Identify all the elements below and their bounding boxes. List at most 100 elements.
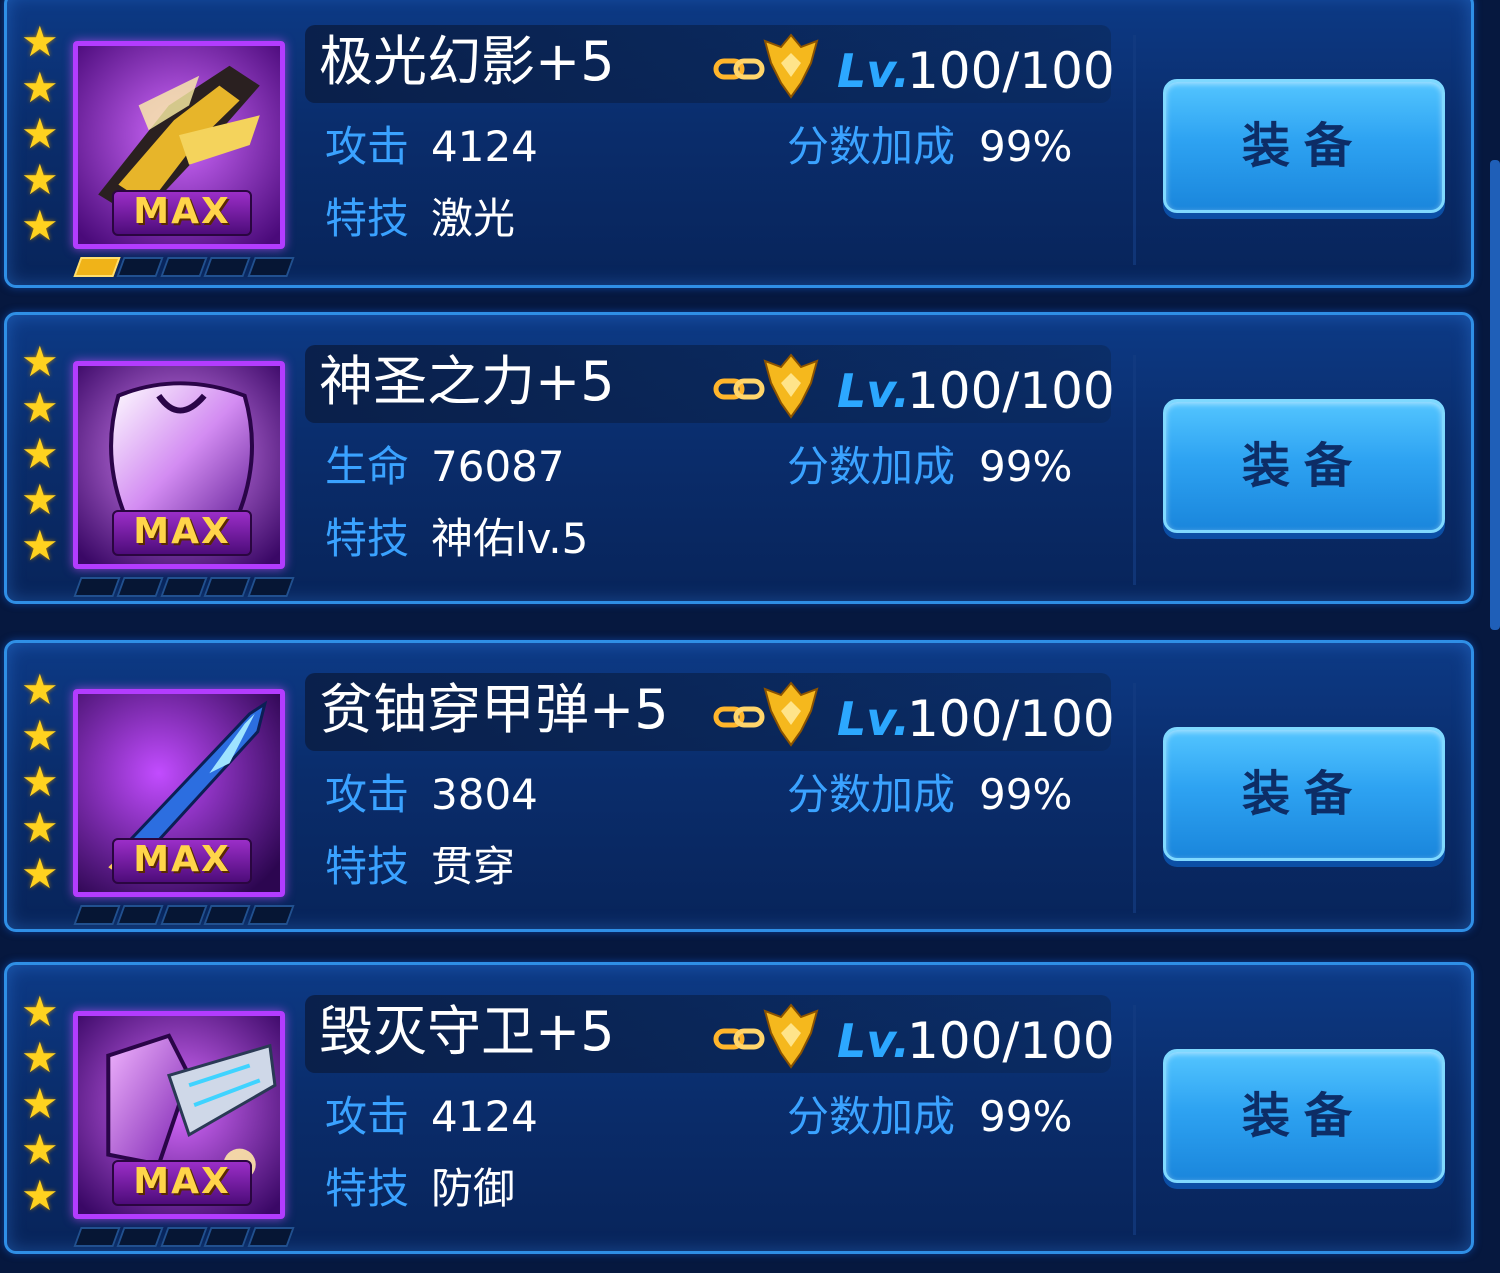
bonus-value: 99% <box>979 1092 1073 1141</box>
missile-icon[interactable]: MAX <box>73 689 285 897</box>
bonus-label: 分数加成 <box>787 770 956 819</box>
stat-label: 攻击 <box>325 770 410 819</box>
star-icon: ★ <box>21 1125 59 1174</box>
equipment-card: ★ ★ ★ ★ ★ <box>4 312 1474 604</box>
link-icon <box>713 378 765 400</box>
upgrade-slots <box>73 1227 295 1247</box>
bonus-value: 99% <box>979 122 1073 171</box>
upgrade-slot <box>73 577 122 597</box>
equip-button[interactable]: 装备 <box>1163 727 1445 861</box>
star-icon: ★ <box>21 711 59 760</box>
level-prefix: Lv. <box>837 364 911 418</box>
item-name: 贫铀穿甲弹+5 <box>319 678 669 741</box>
star-icon: ★ <box>21 429 59 478</box>
star-rating: ★ ★ ★ ★ ★ <box>21 667 71 897</box>
upgrade-slot <box>116 257 165 277</box>
skill-value: 防御 <box>431 1164 516 1213</box>
scrollbar[interactable] <box>1490 160 1500 630</box>
stat-value: 4124 <box>431 1092 538 1141</box>
upgrade-slots <box>73 257 295 277</box>
shield-drone-icon[interactable]: MAX <box>73 1011 285 1219</box>
item-name: 神圣之力+5 <box>319 350 615 413</box>
upgrade-slot <box>203 577 252 597</box>
link-icon <box>713 706 765 728</box>
level-prefix: Lv. <box>837 1014 911 1068</box>
max-badge: MAX <box>112 838 252 884</box>
upgrade-slots <box>73 905 295 925</box>
level-prefix: Lv. <box>837 44 911 98</box>
equipment-card: ★ ★ ★ ★ ★ <box>4 962 1474 1254</box>
link-icon <box>713 58 765 80</box>
star-icon: ★ <box>21 201 59 250</box>
max-badge: MAX <box>112 1160 252 1206</box>
stat-label: 攻击 <box>325 122 410 171</box>
skill-label: 特技 <box>325 514 410 563</box>
star-icon: ★ <box>21 665 59 714</box>
star-icon: ★ <box>21 521 59 570</box>
bonus-value: 99% <box>979 770 1073 819</box>
golden-fighter-jet-icon[interactable]: MAX <box>73 41 285 249</box>
upgrade-slot <box>246 577 295 597</box>
skill-value: 贯穿 <box>431 842 516 891</box>
level-prefix: Lv. <box>837 692 911 746</box>
upgrade-slot <box>246 905 295 925</box>
level-value: 100/100 <box>907 1012 1115 1070</box>
purple-armor-icon[interactable]: MAX <box>73 361 285 569</box>
crest-icon <box>763 1003 819 1069</box>
upgrade-slots <box>73 577 295 597</box>
level-value: 100/100 <box>907 42 1115 100</box>
level-value: 100/100 <box>907 362 1115 420</box>
bonus-label: 分数加成 <box>787 1092 956 1141</box>
star-rating: ★ ★ ★ ★ ★ <box>21 19 71 249</box>
star-icon: ★ <box>21 1079 59 1128</box>
star-icon: ★ <box>21 63 59 112</box>
item-name: 毁灭守卫+5 <box>319 1000 615 1063</box>
bonus-value: 99% <box>979 442 1073 491</box>
star-icon: ★ <box>21 849 59 898</box>
upgrade-slot <box>116 577 165 597</box>
equipment-list: ★ ★ ★ ★ ★ MAX 极光幻影+5 Lv. 100/100 攻击 4124… <box>0 0 1500 1273</box>
star-rating: ★ ★ ★ ★ ★ <box>21 989 71 1219</box>
divider <box>1133 355 1136 585</box>
bonus-label: 分数加成 <box>787 122 956 171</box>
upgrade-slot <box>73 257 122 277</box>
equip-button[interactable]: 装备 <box>1163 1049 1445 1183</box>
star-icon: ★ <box>21 803 59 852</box>
link-icon <box>713 1028 765 1050</box>
stat-label: 攻击 <box>325 1092 410 1141</box>
upgrade-slot <box>73 905 122 925</box>
stat-value: 76087 <box>431 442 565 491</box>
upgrade-slot <box>246 1227 295 1247</box>
divider <box>1133 683 1136 913</box>
star-icon: ★ <box>21 155 59 204</box>
upgrade-slot <box>160 577 208 597</box>
equip-button[interactable]: 装备 <box>1163 79 1445 213</box>
bonus-label: 分数加成 <box>787 442 956 491</box>
skill-label: 特技 <box>325 1164 410 1213</box>
crest-icon <box>763 353 819 419</box>
upgrade-slot <box>203 905 252 925</box>
upgrade-slot <box>116 1227 165 1247</box>
crest-icon <box>763 681 819 747</box>
max-badge: MAX <box>112 510 252 556</box>
item-name: 极光幻影+5 <box>319 30 615 93</box>
skill-value: 激光 <box>431 194 516 243</box>
stat-label: 生命 <box>325 442 410 491</box>
upgrade-slot <box>246 257 295 277</box>
star-icon: ★ <box>21 17 59 66</box>
star-icon: ★ <box>21 383 59 432</box>
equipment-card: ★ ★ ★ ★ ★ MAX <box>4 0 1474 288</box>
skill-label: 特技 <box>325 194 410 243</box>
stat-value: 3804 <box>431 770 538 819</box>
upgrade-slot <box>116 905 165 925</box>
star-icon: ★ <box>21 1033 59 1082</box>
upgrade-slot <box>160 905 208 925</box>
skill-value: 神佑lv.5 <box>431 514 589 563</box>
divider <box>1133 35 1136 265</box>
upgrade-slot <box>73 1227 122 1247</box>
skill-label: 特技 <box>325 842 410 891</box>
equip-button[interactable]: 装备 <box>1163 399 1445 533</box>
star-icon: ★ <box>21 475 59 524</box>
upgrade-slot <box>160 257 208 277</box>
star-rating: ★ ★ ★ ★ ★ <box>21 339 71 569</box>
